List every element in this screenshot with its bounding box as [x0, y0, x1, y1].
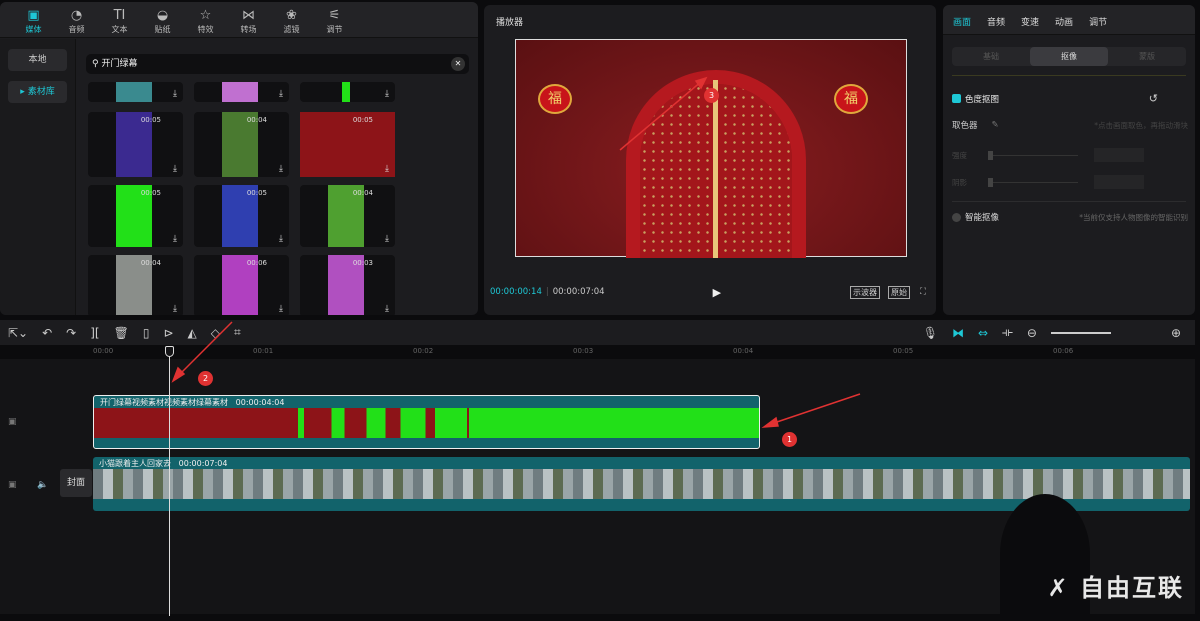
annotation-arrows	[171, 76, 861, 428]
arrow-3	[619, 80, 703, 151]
arrow-2	[175, 321, 233, 379]
arrow-1	[767, 393, 861, 426]
watermark-logo: ✗ 自由互联	[1047, 574, 1184, 602]
